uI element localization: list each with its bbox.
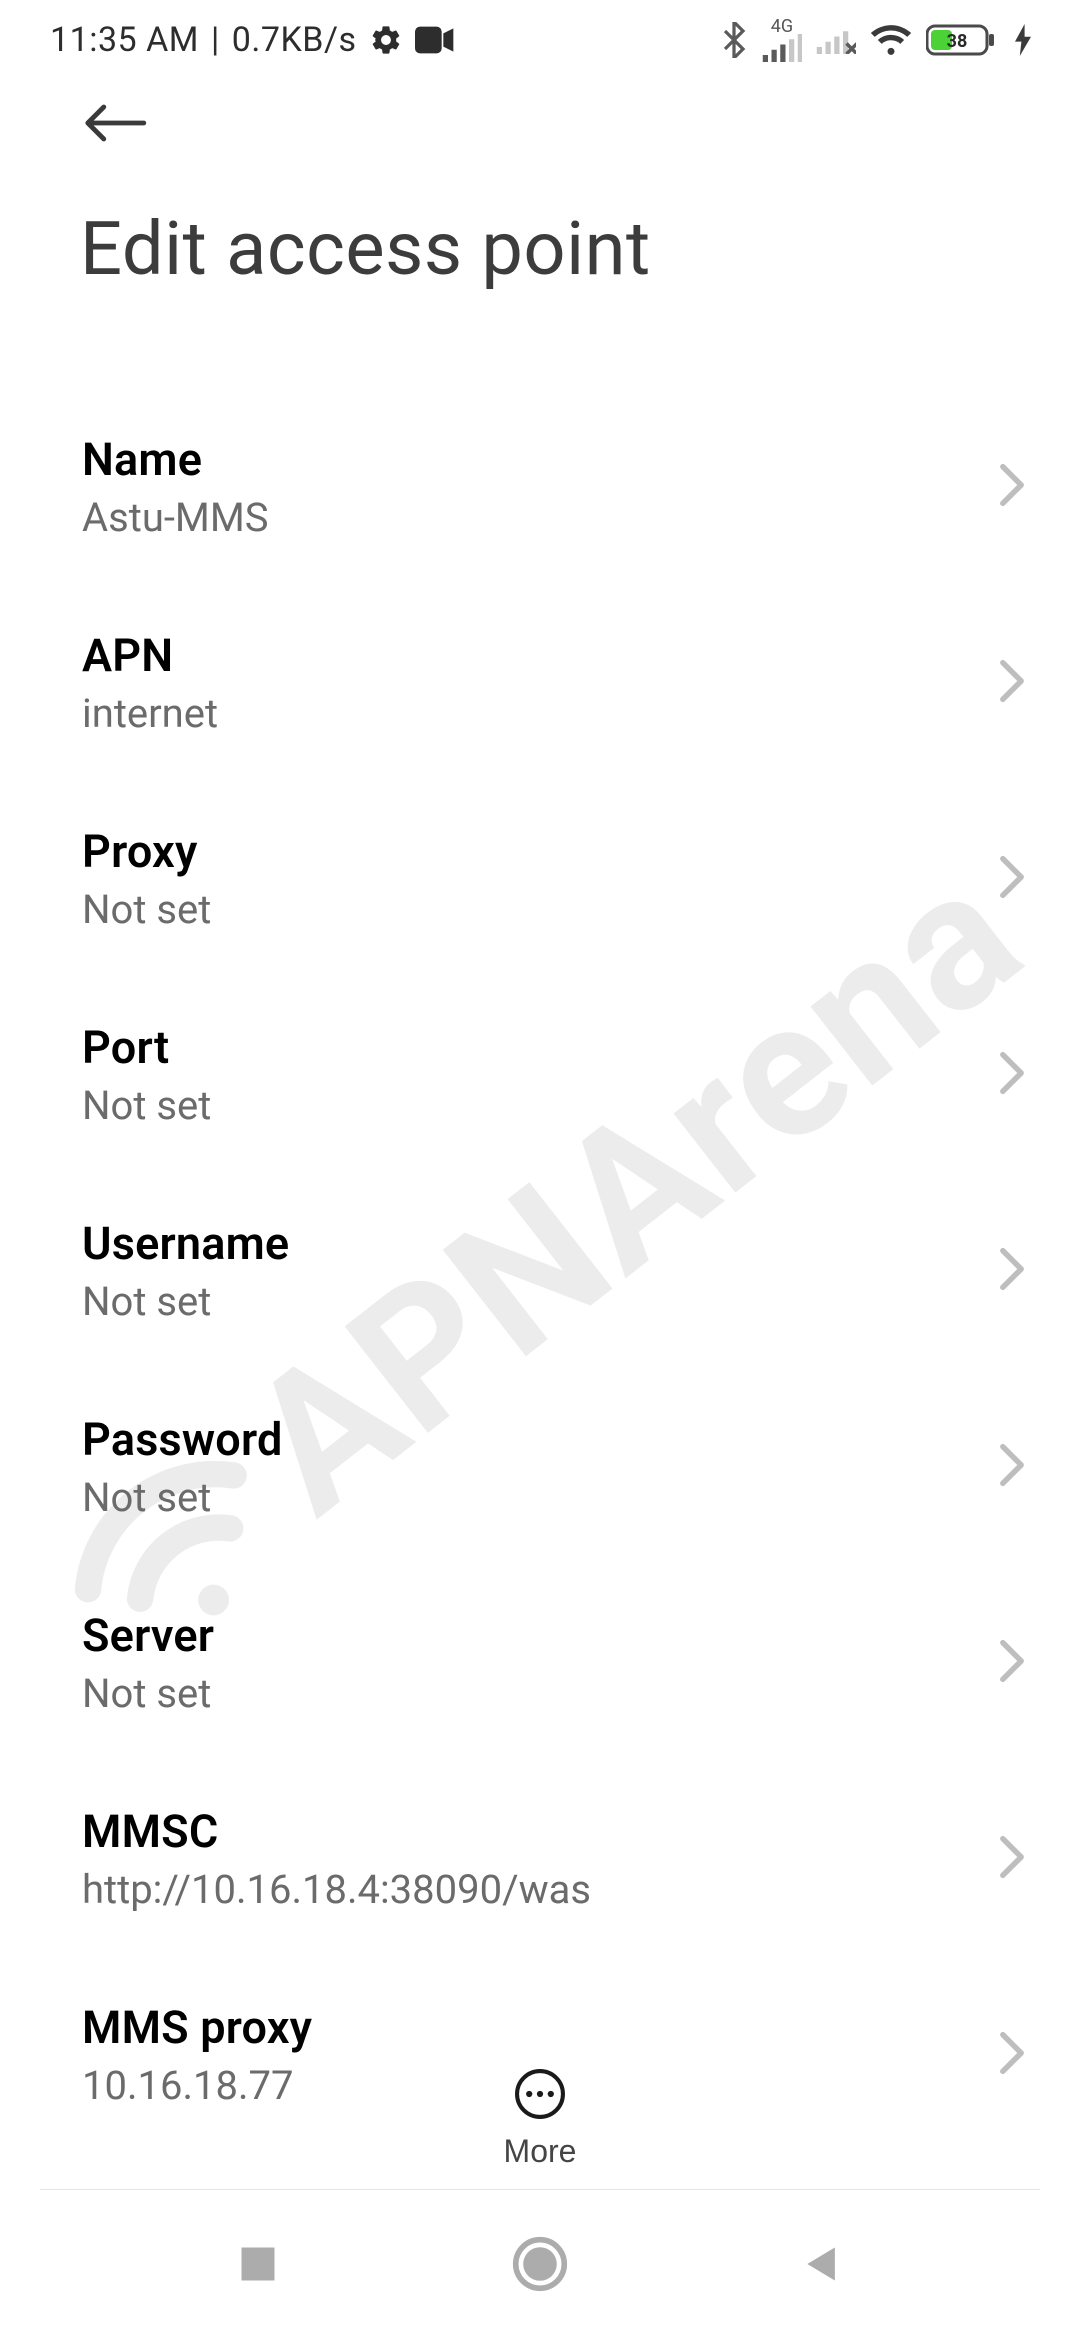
setting-row-mms-proxy[interactable]: MMS proxy 10.16.18.77 — [82, 1957, 1032, 2153]
nav-home-button[interactable] — [512, 2236, 568, 2295]
setting-value: Not set — [82, 886, 211, 933]
setting-label: Password — [82, 1413, 282, 1466]
signal-1-icon: 4G — [762, 18, 802, 62]
chevron-right-icon — [998, 855, 1026, 903]
setting-value: 10.16.18.77 — [82, 2062, 312, 2109]
setting-row-mmsc[interactable]: MMSC http://10.16.18.4:38090/was — [82, 1761, 1032, 1957]
setting-label: Port — [82, 1021, 211, 1074]
video-camera-icon — [415, 26, 455, 54]
setting-value: http://10.16.18.4:38090/was — [82, 1866, 591, 1913]
chevron-right-icon — [998, 2031, 1026, 2079]
app-header: Edit access point — [0, 80, 1080, 333]
triangle-left-icon — [800, 2242, 844, 2286]
status-left: 11:35 AM | 0.7KB/s — [50, 20, 455, 60]
signal-2-icon — [816, 26, 856, 54]
wifi-icon — [870, 24, 912, 56]
back-button[interactable] — [80, 88, 150, 158]
gear-icon — [369, 23, 403, 57]
status-bar: 11:35 AM | 0.7KB/s 4G — [0, 0, 1080, 80]
page-title: Edit access point — [80, 158, 1036, 333]
setting-row-password[interactable]: Password Not set — [82, 1369, 1032, 1565]
status-separator: | — [211, 20, 220, 60]
setting-value: Not set — [82, 1670, 214, 1717]
setting-value: Not set — [82, 1082, 211, 1129]
setting-label: MMSC — [82, 1805, 591, 1858]
charging-bolt-icon — [1014, 24, 1032, 56]
status-net-speed: 0.7KB/s — [232, 20, 357, 60]
battery-percent-text: 38 — [947, 31, 968, 52]
setting-label: Server — [82, 1609, 214, 1662]
chevron-right-icon — [998, 1835, 1026, 1883]
setting-value: Not set — [82, 1278, 289, 1325]
setting-value: internet — [82, 690, 218, 737]
settings-list: Name Astu-MMS APN internet Proxy Not set… — [0, 333, 1080, 2153]
battery-icon: 38 — [926, 23, 1000, 57]
chevron-right-icon — [998, 1639, 1026, 1687]
setting-row-server[interactable]: Server Not set — [82, 1565, 1032, 1761]
setting-label: Username — [82, 1217, 289, 1270]
status-right: 4G 38 — [720, 18, 1032, 62]
setting-row-username[interactable]: Username Not set — [82, 1173, 1032, 1369]
setting-row-proxy[interactable]: Proxy Not set — [82, 781, 1032, 977]
nav-back-button[interactable] — [800, 2242, 844, 2289]
arrow-left-icon — [83, 101, 147, 145]
chevron-right-icon — [998, 1247, 1026, 1295]
system-nav-bar — [0, 2190, 1080, 2340]
setting-label: MMS proxy — [82, 2001, 312, 2054]
setting-value: Astu-MMS — [82, 494, 269, 541]
setting-row-port[interactable]: Port Not set — [82, 977, 1032, 1173]
setting-row-apn[interactable]: APN internet — [82, 585, 1032, 781]
square-icon — [236, 2242, 280, 2286]
status-time: 11:35 AM — [50, 20, 199, 60]
setting-label: APN — [82, 629, 218, 682]
setting-label: Name — [82, 433, 269, 486]
chevron-right-icon — [998, 463, 1026, 511]
setting-label: Proxy — [82, 825, 211, 878]
circle-icon — [512, 2236, 568, 2292]
chevron-right-icon — [998, 659, 1026, 707]
nav-recent-button[interactable] — [236, 2242, 280, 2289]
setting-value: Not set — [82, 1474, 282, 1521]
bluetooth-icon — [720, 22, 748, 58]
setting-row-name[interactable]: Name Astu-MMS — [82, 389, 1032, 585]
chevron-right-icon — [998, 1443, 1026, 1491]
chevron-right-icon — [998, 1051, 1026, 1099]
